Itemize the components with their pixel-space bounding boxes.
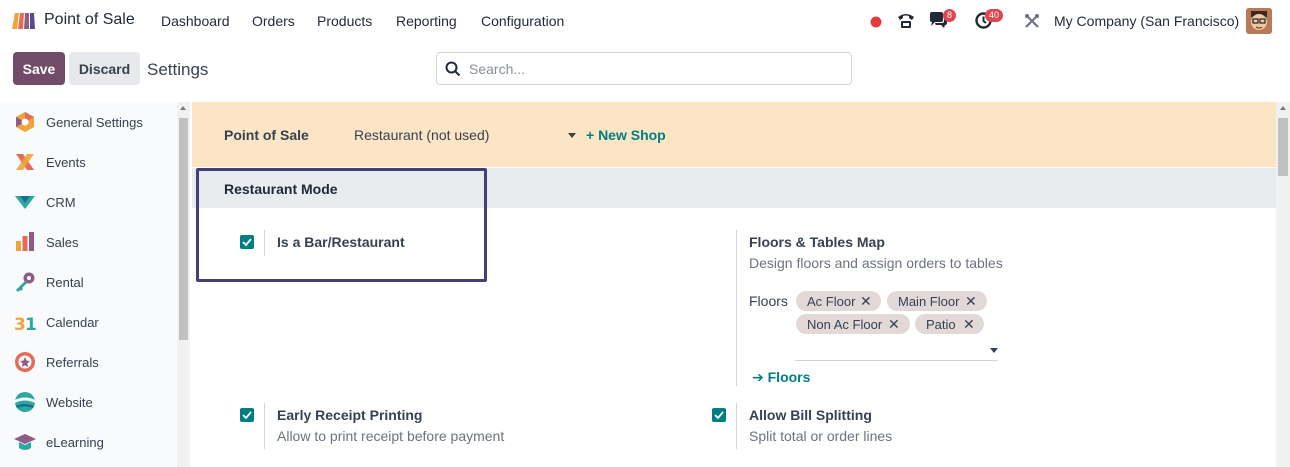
referrals-icon bbox=[13, 350, 37, 374]
chat-count-badge: 8 bbox=[943, 9, 957, 22]
chevron-down-icon[interactable] bbox=[568, 133, 576, 138]
early-receipt-title: Early Receipt Printing bbox=[277, 407, 423, 423]
bill-splitting-checkbox[interactable] bbox=[712, 408, 726, 422]
page-title: Settings bbox=[147, 60, 209, 79]
sidebar-item-label: Website bbox=[46, 395, 93, 410]
floor-tag-label: Non Ac Floor bbox=[807, 317, 883, 332]
sidebar-scrollbar[interactable] bbox=[177, 102, 190, 467]
company-switcher[interactable]: My Company (San Francisco) bbox=[1054, 13, 1239, 29]
floor-tag: Main Floor ✕ bbox=[887, 291, 987, 311]
floor-tag-label: Patio bbox=[926, 317, 956, 332]
sidebar-item-label: eLearning bbox=[46, 435, 104, 450]
pos-shop-label: Point of Sale bbox=[224, 127, 309, 143]
nav-configuration[interactable]: Configuration bbox=[481, 13, 564, 29]
remove-tag-icon[interactable]: ✕ bbox=[888, 316, 900, 333]
sidebar-item-website[interactable]: Website bbox=[0, 382, 176, 422]
floors-link[interactable]: ➔ Floors bbox=[752, 369, 810, 386]
search-input[interactable]: Search... bbox=[436, 52, 852, 85]
sidebar-item-label: Calendar bbox=[46, 315, 99, 330]
sidebar-scrollbar-thumb[interactable] bbox=[179, 118, 188, 340]
content-scrollbar[interactable] bbox=[1276, 102, 1290, 467]
pos-shop-bar: Point of Sale Restaurant (not used) + Ne… bbox=[192, 102, 1276, 167]
floors-link-label: Floors bbox=[767, 369, 811, 385]
sidebar-item-calendar[interactable]: 31 Calendar bbox=[0, 302, 176, 342]
arrow-right-icon: ➔ bbox=[752, 369, 768, 385]
pos-shop-select[interactable]: Restaurant (not used) bbox=[354, 127, 489, 143]
app-name[interactable]: Point of Sale bbox=[44, 11, 135, 29]
sidebar-item-label: General Settings bbox=[46, 115, 143, 130]
svg-text:1: 1 bbox=[25, 315, 37, 334]
tools-icon[interactable] bbox=[1024, 13, 1040, 32]
sidebar-item-events[interactable]: Events bbox=[0, 142, 176, 182]
content-scrollbar-thumb[interactable] bbox=[1278, 118, 1288, 176]
recording-dot-icon[interactable] bbox=[870, 15, 882, 31]
sales-icon bbox=[13, 230, 37, 254]
divider bbox=[264, 230, 265, 256]
remove-tag-icon[interactable]: ✕ bbox=[965, 293, 977, 310]
search-placeholder: Search... bbox=[469, 61, 526, 77]
website-icon bbox=[13, 390, 37, 414]
nav-dashboard[interactable]: Dashboard bbox=[161, 13, 230, 29]
floors-input[interactable] bbox=[795, 360, 998, 361]
sidebar-item-label: CRM bbox=[46, 195, 76, 210]
save-button[interactable]: Save bbox=[13, 52, 65, 85]
divider bbox=[736, 403, 737, 449]
crm-icon bbox=[13, 190, 37, 214]
top-navbar: Point of Sale Dashboard Orders Products … bbox=[0, 0, 1290, 42]
early-receipt-checkbox[interactable] bbox=[240, 408, 254, 422]
sidebar-item-label: Referrals bbox=[46, 355, 99, 370]
floors-field-label: Floors bbox=[749, 293, 788, 309]
user-avatar[interactable] bbox=[1246, 8, 1272, 34]
search-icon bbox=[445, 61, 461, 77]
sidebar-item-label: Events bbox=[46, 155, 86, 170]
floor-tag-label: Main Floor bbox=[898, 294, 960, 309]
rental-icon bbox=[13, 270, 37, 294]
floor-tag: Ac Floor ✕ bbox=[796, 291, 881, 311]
divider bbox=[736, 230, 737, 386]
early-receipt-description: Allow to print receipt before payment bbox=[277, 428, 505, 444]
bar-restaurant-title: Is a Bar/Restaurant bbox=[277, 234, 405, 250]
nav-reporting[interactable]: Reporting bbox=[396, 13, 457, 29]
floor-tag: Non Ac Floor ✕ bbox=[796, 314, 910, 334]
floor-tag-label: Ac Floor bbox=[807, 294, 856, 309]
bill-splitting-title: Allow Bill Splitting bbox=[749, 407, 872, 423]
nav-orders[interactable]: Orders bbox=[252, 13, 295, 29]
sidebar-item-sales[interactable]: Sales bbox=[0, 222, 176, 262]
phone-icon[interactable] bbox=[896, 11, 916, 32]
activity-count-badge: 40 bbox=[985, 9, 1004, 22]
remove-tag-icon[interactable]: ✕ bbox=[963, 316, 975, 333]
sidebar-item-elearning[interactable]: eLearning bbox=[0, 422, 176, 462]
floors-map-description: Design floors and assign orders to table… bbox=[749, 255, 1003, 271]
bill-splitting-description: Split total or order lines bbox=[749, 428, 893, 444]
settings-content: Point of Sale Restaurant (not used) + Ne… bbox=[192, 102, 1276, 467]
highlight-annotation-box bbox=[196, 168, 487, 282]
nav-products[interactable]: Products bbox=[317, 13, 372, 29]
floors-map-title: Floors & Tables Map bbox=[749, 234, 885, 250]
remove-tag-icon[interactable]: ✕ bbox=[860, 293, 872, 310]
sidebar-item-general-settings[interactable]: General Settings bbox=[0, 102, 176, 142]
discard-button[interactable]: Discard bbox=[69, 52, 140, 85]
divider bbox=[264, 403, 265, 449]
events-icon bbox=[13, 150, 37, 174]
pos-app-icon[interactable] bbox=[10, 11, 36, 31]
calendar-icon: 31 bbox=[13, 310, 37, 335]
floor-tag: Patio ✕ bbox=[915, 314, 984, 334]
chevron-down-icon[interactable] bbox=[990, 348, 998, 353]
sidebar-item-referrals[interactable]: Referrals bbox=[0, 342, 176, 382]
general-settings-icon bbox=[13, 110, 37, 134]
sidebar-item-rental[interactable]: Rental bbox=[0, 262, 176, 302]
sidebar-item-crm[interactable]: CRM bbox=[0, 182, 176, 222]
bar-restaurant-checkbox[interactable] bbox=[240, 235, 254, 249]
sidebar-item-label: Sales bbox=[46, 235, 79, 250]
elearning-icon bbox=[13, 430, 37, 454]
sidebar-item-label: Rental bbox=[46, 275, 84, 290]
new-shop-button[interactable]: + New Shop bbox=[586, 127, 666, 143]
scroll-up-arrow-icon[interactable] bbox=[180, 106, 186, 110]
settings-sidebar: General Settings Events CRM Sales Rental… bbox=[0, 102, 176, 467]
scroll-up-arrow-icon[interactable] bbox=[1280, 106, 1286, 110]
